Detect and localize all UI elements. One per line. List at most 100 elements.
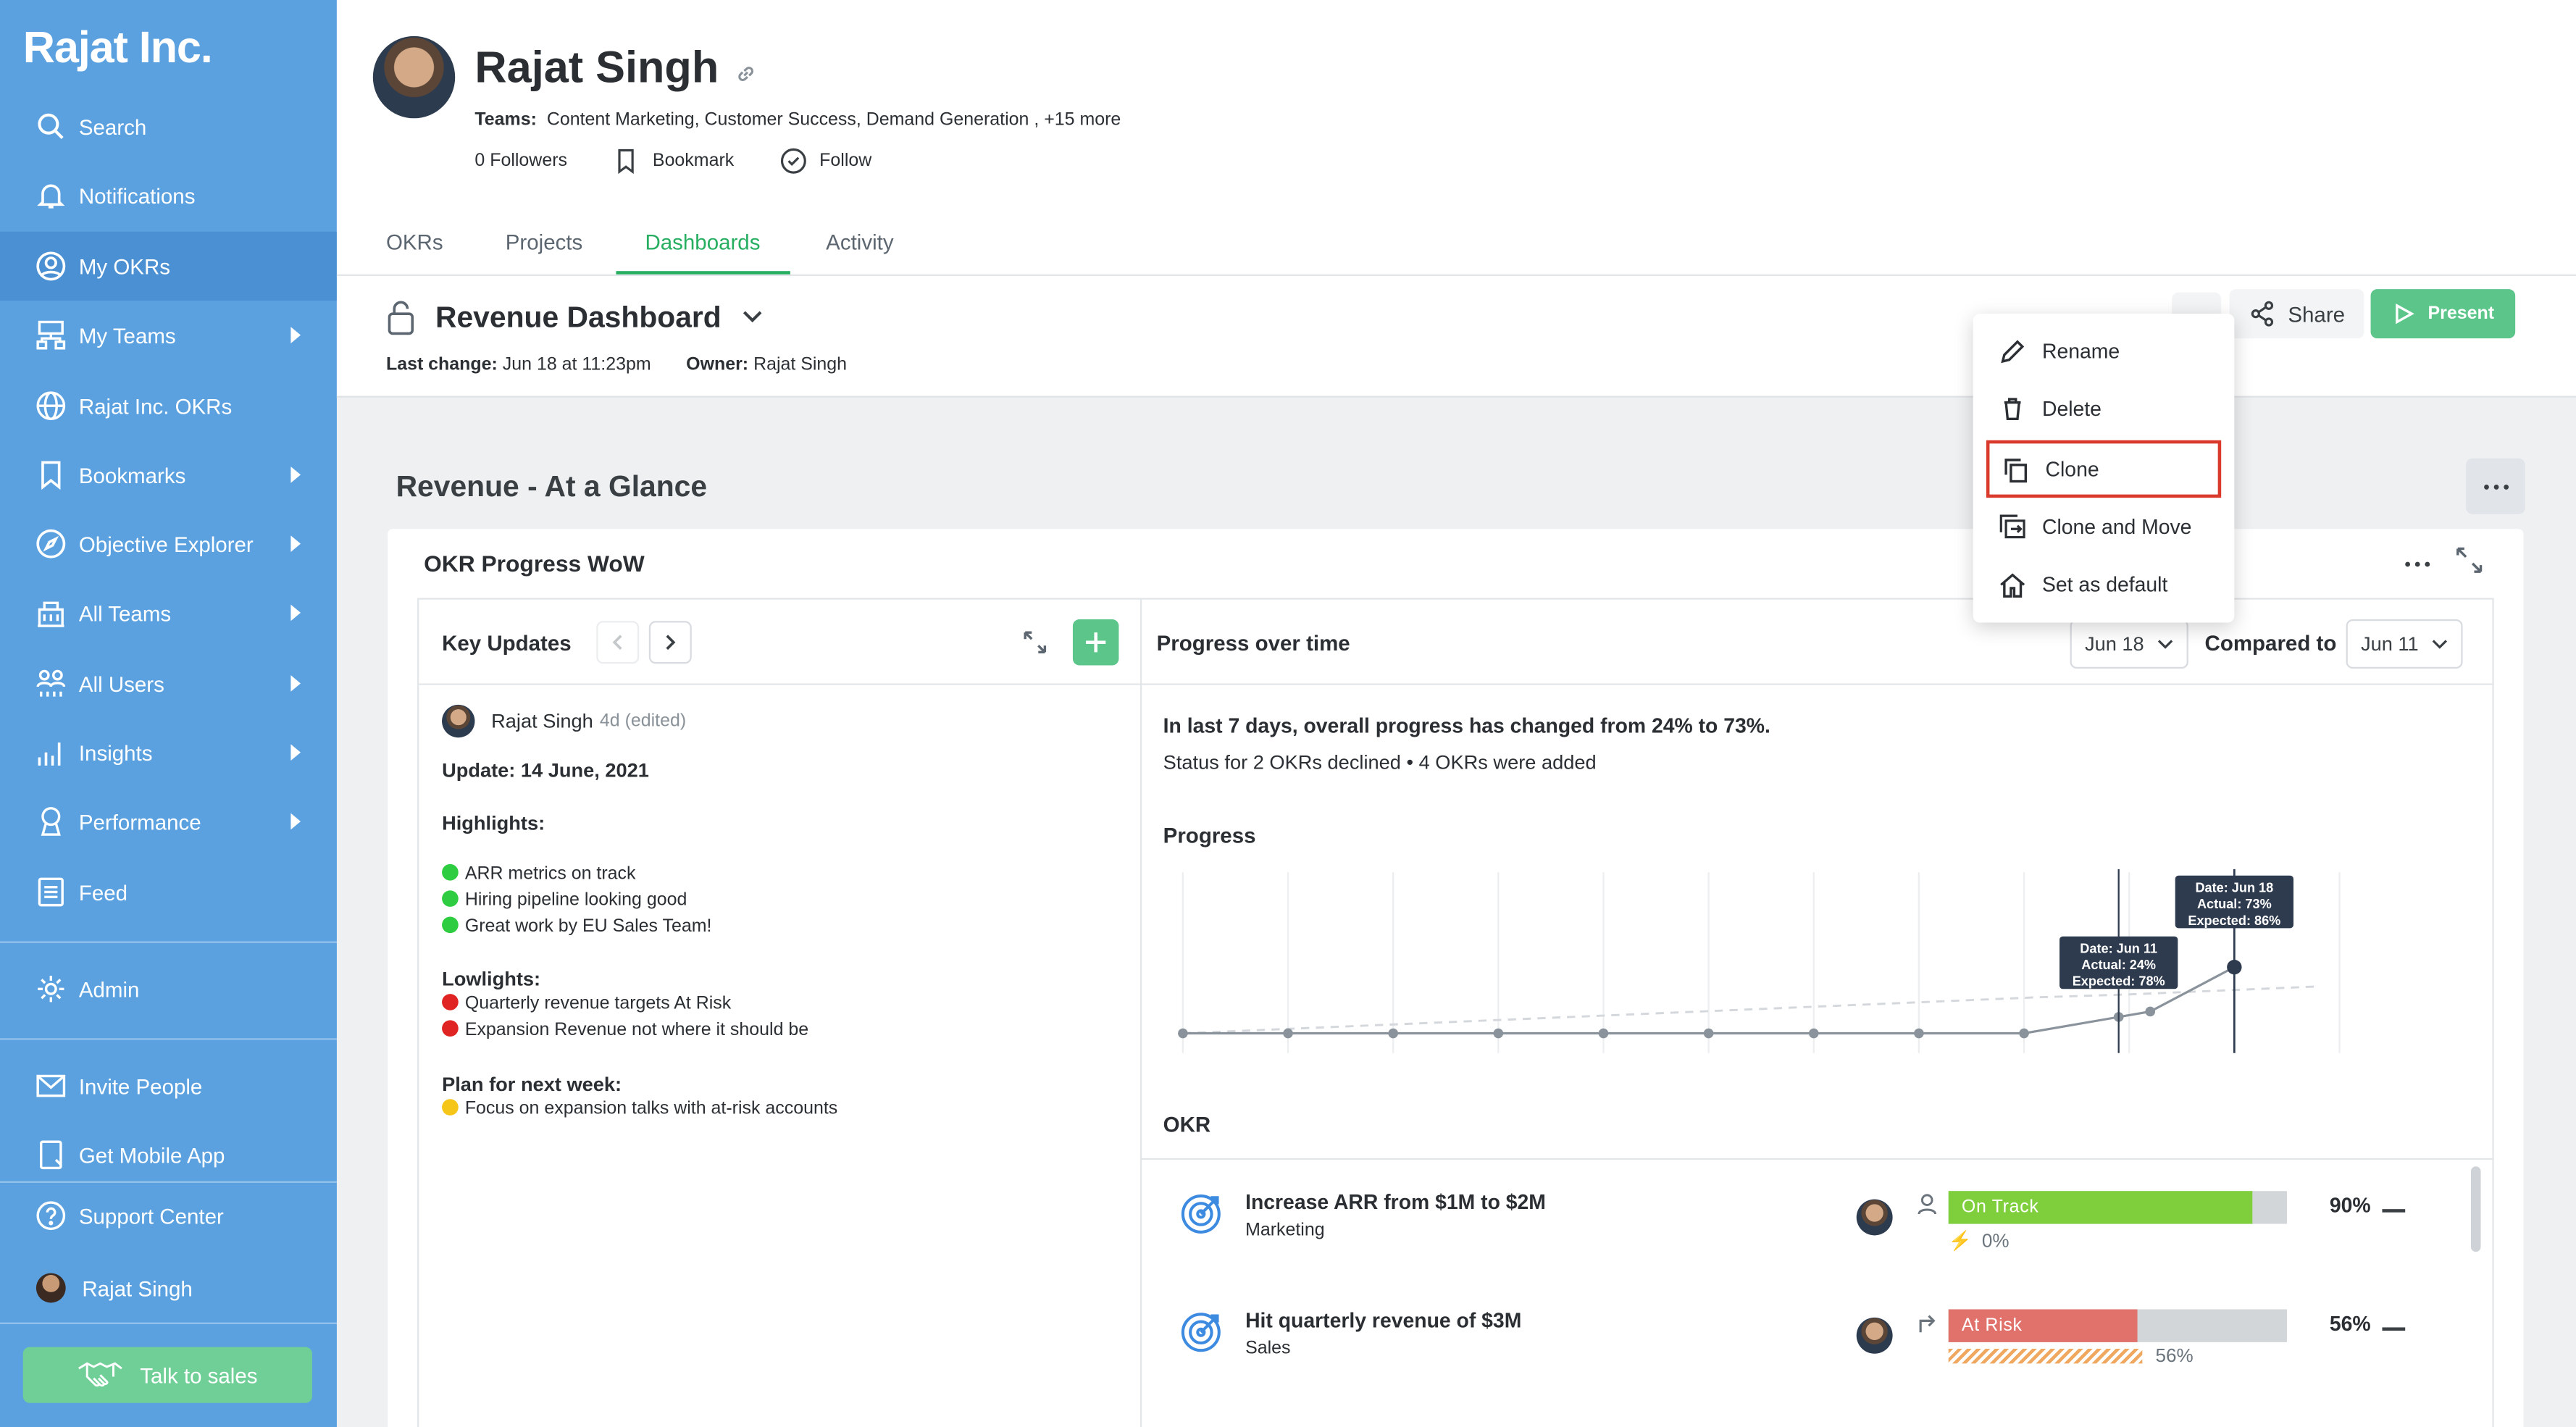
author-name[interactable]: Rajat Singh bbox=[491, 710, 593, 733]
plan-item: Focus on expansion talks with at-risk ac… bbox=[442, 1099, 837, 1118]
tab-projects[interactable]: Projects bbox=[506, 214, 583, 275]
brand-logo[interactable]: Rajat Inc. bbox=[23, 23, 213, 74]
tooltip-jun18-text: Actual: 73% bbox=[2197, 897, 2272, 911]
yellow-dot-icon bbox=[442, 1099, 459, 1116]
progress-bar: At Risk bbox=[1948, 1309, 2287, 1342]
teams-more-link[interactable]: , +15 more bbox=[1034, 110, 1121, 130]
talk-to-sales-button[interactable]: Talk to sales bbox=[22, 1347, 312, 1403]
key-updates-expand-button[interactable] bbox=[1013, 621, 1056, 664]
chevron-down-icon bbox=[2157, 640, 2173, 649]
compare-date-value: Jun 11 bbox=[2360, 632, 2419, 656]
data-point bbox=[1703, 1028, 1714, 1039]
update-author: Rajat Singh 4d (edited) bbox=[442, 704, 686, 738]
link-icon[interactable] bbox=[735, 62, 758, 85]
more-dots-icon bbox=[2483, 483, 2508, 489]
sidebar-item-label: Bookmarks bbox=[78, 462, 186, 487]
data-point bbox=[1493, 1028, 1504, 1039]
chevron-right-icon bbox=[666, 635, 676, 650]
person-icon bbox=[1918, 1194, 1937, 1215]
progress-chart: Date: Jun 11 Actual: 24% Expected: 78% Date… bbox=[1178, 869, 2341, 1053]
sidebar-item-label: My Teams bbox=[78, 322, 176, 348]
sidebar-item-search[interactable]: Search bbox=[0, 93, 337, 159]
share-button[interactable]: Share bbox=[2229, 289, 2364, 339]
menu-item-set-as-default[interactable]: Set as default bbox=[1986, 557, 2221, 611]
sidebar-item-label: All Users bbox=[78, 671, 164, 696]
sidebar-item-label: Support Center bbox=[78, 1203, 224, 1229]
sidebar-item-objective-explorer[interactable]: Objective Explorer bbox=[0, 511, 337, 577]
tab-okrs[interactable]: OKRs bbox=[386, 214, 443, 275]
data-point bbox=[1914, 1028, 1924, 1039]
building-icon bbox=[36, 598, 66, 628]
menu-item-clone-and-move[interactable]: Clone and Move bbox=[1986, 499, 2221, 553]
chevron-down-icon[interactable] bbox=[741, 306, 764, 329]
talk-to-sales-label: Talk to sales bbox=[140, 1363, 258, 1388]
add-update-button[interactable] bbox=[1072, 619, 1119, 666]
avatar bbox=[1856, 1317, 1893, 1354]
sidebar-item-bookmarks[interactable]: Bookmarks bbox=[0, 442, 337, 508]
menu-item-clone[interactable]: Clone bbox=[1986, 440, 2222, 498]
compare-date-select[interactable]: Jun 11 bbox=[2346, 619, 2463, 669]
target-icon bbox=[1181, 1194, 1221, 1234]
sidebar-item-admin[interactable]: Admin bbox=[0, 956, 337, 1022]
present-button[interactable]: Present bbox=[2370, 289, 2516, 339]
sidebar-item-label: Search bbox=[78, 114, 147, 139]
sidebar-divider bbox=[0, 1038, 337, 1040]
status-label: On Track bbox=[1961, 1197, 2039, 1218]
mail-icon bbox=[36, 1071, 66, 1101]
compass-icon bbox=[36, 529, 66, 558]
sidebar-item-company-okrs[interactable]: Rajat Inc. OKRs bbox=[0, 373, 337, 439]
chart-label: Progress bbox=[1163, 823, 1256, 848]
sidebar-item-all-users[interactable]: All Users bbox=[0, 650, 337, 716]
teams-list[interactable]: Content Marketing, Customer Success, Dem… bbox=[547, 110, 1029, 130]
section-title: Revenue - At a Glance bbox=[396, 469, 708, 503]
tooltip-jun18-text: Date: Jun 18 bbox=[2195, 880, 2273, 895]
section-more-button[interactable] bbox=[2466, 458, 2525, 514]
prev-update-button[interactable] bbox=[596, 621, 640, 664]
sidebar-item-label: Objective Explorer bbox=[78, 531, 254, 556]
pencil-icon bbox=[2001, 339, 2025, 363]
sidebar-item-get-mobile-app[interactable]: Get Mobile App bbox=[0, 1122, 337, 1188]
okr-row[interactable]: Increase ARR from $1M to $2M Marketing O… bbox=[1140, 1160, 2471, 1278]
tab-activity[interactable]: Activity bbox=[826, 214, 893, 275]
sidebar-item-feed[interactable]: Feed bbox=[0, 859, 337, 925]
sidebar-item-my-teams[interactable]: My Teams bbox=[0, 302, 337, 368]
next-update-button[interactable] bbox=[648, 621, 692, 664]
tab-dashboards[interactable]: Dashboards bbox=[615, 214, 790, 275]
feed-icon bbox=[36, 877, 66, 907]
sidebar-divider bbox=[0, 941, 337, 943]
okr-row[interactable]: Hit quarterly revenue of $3M Sales At Ri… bbox=[1140, 1278, 2471, 1396]
follow-button[interactable]: Follow bbox=[780, 148, 871, 174]
sidebar-item-my-okrs[interactable]: My OKRs bbox=[0, 231, 337, 301]
lowlights-label: Lowlights: bbox=[442, 967, 541, 991]
dash-icon bbox=[2382, 1209, 2406, 1212]
sidebar-item-invite-people[interactable]: Invite People bbox=[0, 1053, 337, 1119]
highlight-item: Hiring pipeline looking good bbox=[442, 890, 687, 910]
sidebar-item-notifications[interactable]: Notifications bbox=[0, 163, 337, 229]
card-title: OKR Progress WoW bbox=[424, 550, 645, 577]
followers-count[interactable]: 0 Followers bbox=[474, 151, 567, 171]
card-more-button[interactable] bbox=[2396, 542, 2438, 585]
search-icon bbox=[36, 112, 66, 141]
sidebar-item-all-teams[interactable]: All Teams bbox=[0, 580, 337, 646]
home-icon bbox=[2000, 572, 2025, 597]
dashboard-bar: Revenue Dashboard Last change: Jun 18 at… bbox=[336, 276, 2576, 398]
sidebar-item-insights[interactable]: Insights bbox=[0, 719, 337, 785]
menu-item-rename[interactable]: Rename bbox=[1986, 324, 2221, 378]
sidebar-item-profile[interactable]: Rajat Singh bbox=[0, 1255, 337, 1321]
gear-icon bbox=[36, 974, 66, 1004]
green-dot-icon bbox=[442, 916, 459, 934]
expand-icon[interactable] bbox=[2454, 545, 2484, 575]
data-point bbox=[1283, 1028, 1293, 1039]
okr-list-scrollbar[interactable] bbox=[2470, 1166, 2481, 1252]
sidebar-item-performance[interactable]: Performance bbox=[0, 789, 337, 855]
lock-icon[interactable] bbox=[386, 299, 416, 335]
okr-name[interactable]: Hit quarterly revenue of $3M bbox=[1245, 1310, 1521, 1333]
tooltip-jun18-text: Expected: 86% bbox=[2188, 913, 2280, 928]
sidebar-item-label: Feed bbox=[78, 879, 128, 905]
bookmark-button[interactable]: Bookmark bbox=[613, 148, 734, 175]
date-select[interactable]: Jun 18 bbox=[2070, 619, 2188, 669]
okr-name[interactable]: Increase ARR from $1M to $2M bbox=[1245, 1191, 1546, 1214]
summary-headline: In last 7 days, overall progress has cha… bbox=[1163, 714, 1770, 738]
sidebar-item-support-center[interactable]: Support Center bbox=[0, 1183, 337, 1249]
menu-item-delete[interactable]: Delete bbox=[1986, 381, 2221, 435]
